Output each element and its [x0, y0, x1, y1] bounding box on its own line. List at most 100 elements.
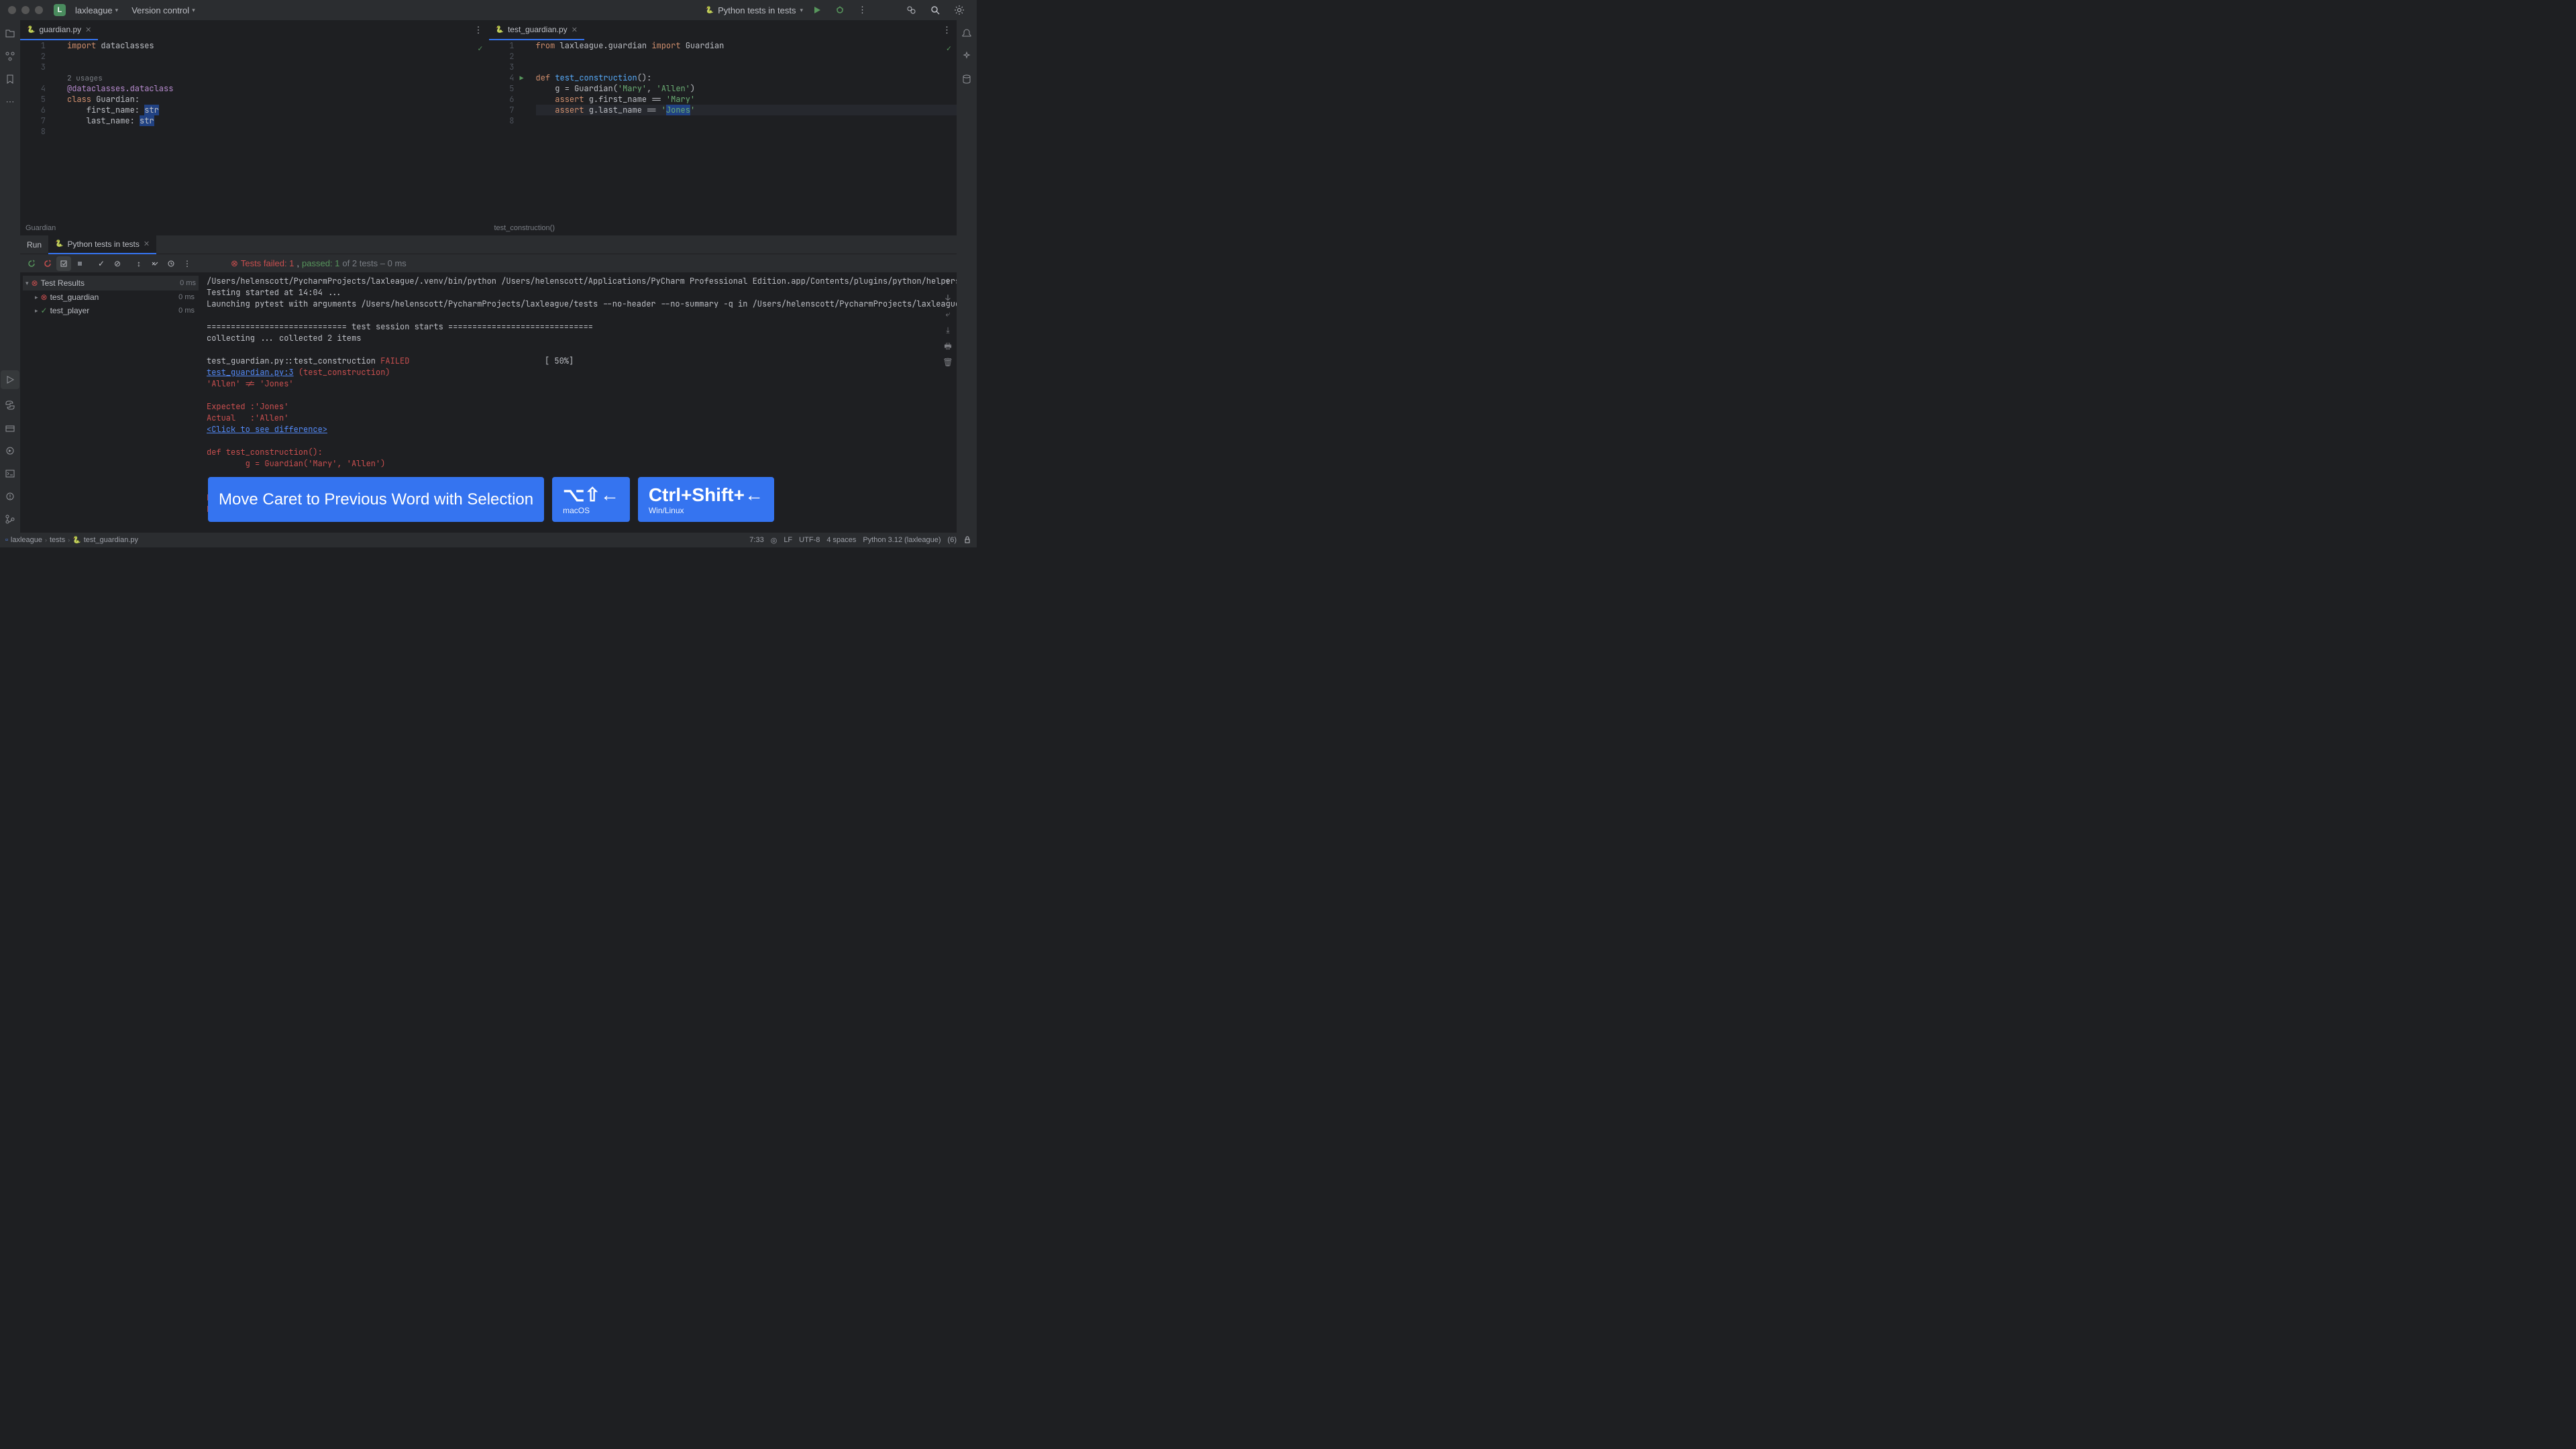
- scroll-down-icon[interactable]: ↓: [942, 292, 954, 304]
- tab-test-guardian[interactable]: 🐍 test_guardian.py ✕: [489, 20, 584, 40]
- breadcrumb-segment[interactable]: tests: [50, 536, 65, 544]
- python-console-icon[interactable]: [3, 398, 17, 412]
- test-summary: ⊗ Tests failed: 1, passed: 1 of 2 tests …: [231, 258, 407, 269]
- clear-icon[interactable]: 🗑: [942, 356, 954, 368]
- breadcrumb[interactable]: ▫ laxleague › tests › 🐍 test_guardian.py: [5, 536, 138, 544]
- cursor-position[interactable]: 7:33: [749, 536, 763, 544]
- close-tab-icon[interactable]: ✕: [572, 25, 578, 34]
- run-config-tab[interactable]: 🐍 Python tests in tests ✕: [48, 235, 156, 254]
- project-tool-icon[interactable]: [3, 27, 17, 40]
- close-tab-icon[interactable]: ✕: [144, 239, 150, 248]
- line-separator[interactable]: LF: [784, 536, 792, 544]
- console-line: /Users/helenscott/PycharmProjects/laxlea…: [207, 276, 951, 287]
- python-file-icon: 🐍: [496, 26, 504, 34]
- toggle-auto-test-button[interactable]: [56, 256, 71, 271]
- lock-icon[interactable]: [963, 536, 971, 544]
- rerun-failed-button[interactable]: [40, 256, 55, 271]
- console-line: ============================= test sessi…: [207, 321, 951, 333]
- file-encoding[interactable]: UTF-8: [799, 536, 820, 544]
- run-tabs: Run 🐍 Python tests in tests ✕: [20, 235, 957, 254]
- python-packages-icon[interactable]: [3, 421, 17, 435]
- tab-guardian[interactable]: 🐍 guardian.py ✕: [20, 20, 98, 40]
- scroll-up-icon[interactable]: ↑: [942, 276, 954, 288]
- debug-button[interactable]: [831, 4, 849, 16]
- breadcrumb-right[interactable]: test_construction(): [489, 221, 957, 235]
- test-tree[interactable]: ▾ ⊗ Test Results 0 ms ▸ ⊗ test_guardian …: [20, 273, 201, 533]
- rerun-button[interactable]: [24, 256, 39, 271]
- tree-item-label: test_player: [50, 306, 90, 315]
- tip-shortcut-win: Ctrl+Shift+← Win/Linux: [638, 477, 774, 522]
- usages-hint[interactable]: 2 usages: [67, 74, 103, 83]
- indent-settings[interactable]: 4 spaces: [826, 536, 856, 544]
- breadcrumb-left[interactable]: Guardian: [20, 221, 488, 235]
- database-icon[interactable]: [960, 72, 973, 86]
- sort-button[interactable]: ↕: [131, 256, 146, 271]
- chevron-right-icon[interactable]: ▸: [35, 307, 38, 315]
- test-tree-root[interactable]: ▾ ⊗ Test Results 0 ms: [23, 276, 199, 290]
- readonly-icon[interactable]: ◎: [771, 536, 777, 545]
- inspection-ok-icon[interactable]: ✓: [478, 43, 482, 54]
- maximize-window-icon[interactable]: [35, 6, 43, 14]
- scroll-to-end-icon[interactable]: ⤓: [942, 324, 954, 336]
- structure-tool-icon[interactable]: [3, 50, 17, 63]
- breadcrumb-segment[interactable]: test_guardian.py: [84, 536, 138, 544]
- breadcrumb-item[interactable]: Guardian: [25, 224, 56, 232]
- file-link[interactable]: test_guardian.py:3: [207, 367, 294, 378]
- run-test-gutter-icon[interactable]: ▶: [520, 73, 524, 84]
- chevron-down-icon: ▾: [192, 7, 195, 14]
- diff-link[interactable]: <Click to see difference>: [207, 424, 327, 435]
- tree-item-label: test_guardian: [50, 292, 99, 302]
- bookmarks-tool-icon[interactable]: [3, 72, 17, 86]
- code-editor-left[interactable]: ✓ 1 2 3 4 5 6 7 8 import dataclasses: [20, 40, 488, 221]
- tab-menu-icon[interactable]: ⋮: [469, 25, 488, 36]
- project-badge[interactable]: L: [54, 4, 66, 16]
- window-controls: [8, 6, 43, 14]
- test-summary-suffix: of 2 tests – 0 ms: [342, 258, 406, 268]
- python-icon: 🐍: [55, 240, 63, 248]
- close-window-icon[interactable]: [8, 6, 16, 14]
- problems-icon[interactable]: [3, 490, 17, 503]
- chevron-down-icon[interactable]: ▾: [25, 280, 29, 287]
- project-dropdown[interactable]: laxleague ▾: [71, 4, 122, 17]
- more-tools-icon[interactable]: ⋯: [3, 95, 17, 109]
- console-line: Launching pytest with arguments /Users/h…: [207, 299, 951, 310]
- notification-count[interactable]: (6): [948, 536, 957, 544]
- search-icon[interactable]: [926, 3, 945, 17]
- more-icon[interactable]: ⋮: [180, 256, 195, 271]
- test-tree-item-player[interactable]: ▸ ✓ test_player 0 ms: [23, 304, 199, 317]
- breadcrumb-item[interactable]: test_construction(): [494, 224, 555, 232]
- tip-shortcut-mac: ⌥⇧← macOS: [552, 477, 630, 522]
- print-icon[interactable]: 🖶: [942, 340, 954, 352]
- vcs-tool-icon[interactable]: [3, 513, 17, 526]
- terminal-icon[interactable]: [3, 467, 17, 480]
- vcs-dropdown[interactable]: Version control ▾: [127, 4, 199, 17]
- settings-icon[interactable]: [950, 3, 969, 17]
- code-with-me-icon[interactable]: [902, 3, 920, 17]
- test-tree-item-guardian[interactable]: ▸ ⊗ test_guardian 0 ms: [23, 290, 199, 304]
- code-editor-right[interactable]: ✓ 1 2 3 4▶ 5 6 7 8 from laxleague.guardi…: [489, 40, 957, 221]
- breadcrumb-segment[interactable]: laxleague: [11, 536, 42, 544]
- console-line: 'Allen' != 'Jones': [207, 378, 951, 390]
- soft-wrap-icon[interactable]: ⤶: [942, 308, 954, 320]
- ai-assistant-icon[interactable]: [960, 50, 973, 63]
- chevron-right-icon[interactable]: ▸: [35, 294, 38, 301]
- more-actions-icon[interactable]: ⋮: [854, 3, 871, 17]
- run-tool-icon[interactable]: [1, 370, 19, 389]
- minimize-window-icon[interactable]: [21, 6, 30, 14]
- tab-menu-icon[interactable]: ⋮: [937, 25, 957, 36]
- console-line: Testing started at 14:04 ...: [207, 287, 951, 299]
- services-icon[interactable]: [3, 444, 17, 458]
- run-toolbar: ✓ ⊘ ↕ ⋮ ⊗ Tests failed: 1, passed: 1 of …: [20, 254, 957, 273]
- notifications-icon[interactable]: [960, 27, 973, 40]
- interpreter[interactable]: Python 3.12 (laxleague): [863, 536, 941, 544]
- run-button[interactable]: [808, 4, 826, 16]
- expand-all-button[interactable]: [148, 256, 162, 271]
- stop-button[interactable]: [72, 256, 87, 271]
- test-history-button[interactable]: [164, 256, 178, 271]
- show-passed-button[interactable]: ✓: [94, 256, 109, 271]
- run-config-selector[interactable]: 🐍 Python tests in tests ▾: [706, 5, 803, 15]
- fail-count: Tests failed: 1: [241, 258, 294, 268]
- inspection-ok-icon[interactable]: ✓: [947, 43, 951, 54]
- show-ignored-button[interactable]: ⊘: [110, 256, 125, 271]
- close-tab-icon[interactable]: ✕: [85, 25, 91, 34]
